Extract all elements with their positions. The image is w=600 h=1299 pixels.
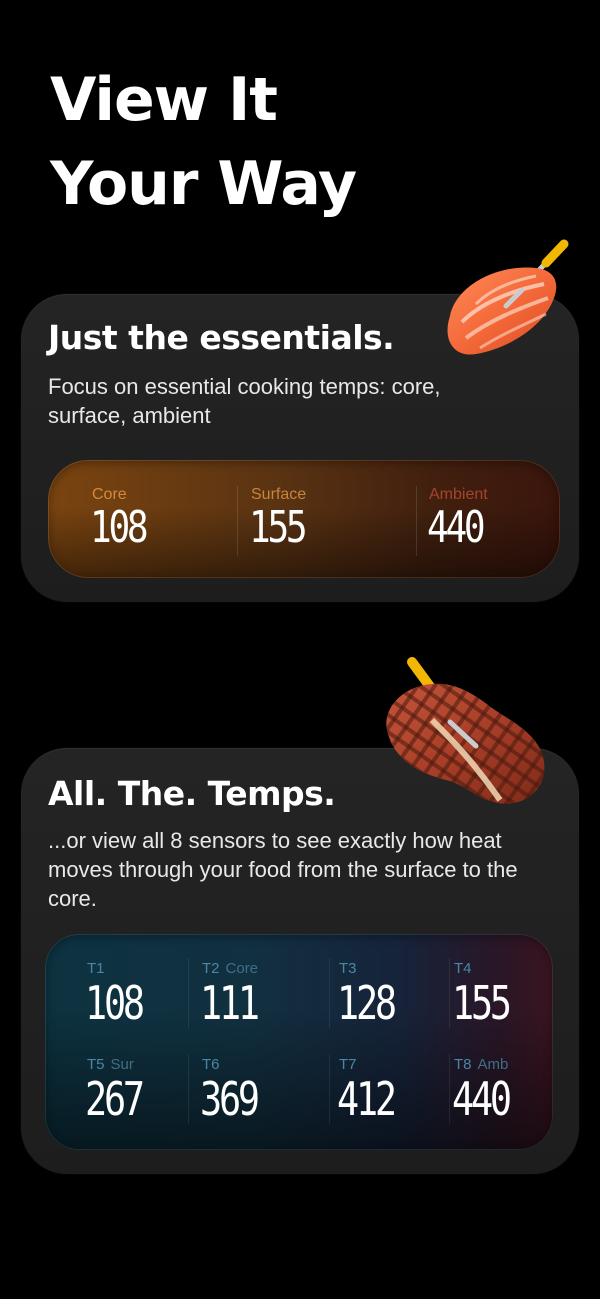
essentials-temp-panel: Core 108 Surface 155 Ambient 440 — [48, 460, 560, 578]
all-temps-description: ...or view all 8 sensors to see exactly … — [48, 828, 518, 911]
sensor-t4: T4 155 — [452, 960, 549, 1056]
page-title-line-1: View It — [50, 65, 278, 135]
divider — [416, 486, 417, 556]
all-temps-panel: T1 108 T2 Core 111 T3 128 T4 155 T5 Sur 26… — [45, 934, 553, 1150]
all-temps-title: All. The. Temps. — [48, 774, 336, 813]
sensor-value: 369 — [200, 1072, 260, 1126]
steak-with-probe-icon — [386, 657, 545, 804]
sensor-label: T1 — [87, 960, 105, 977]
surface-value: 155 — [249, 502, 308, 553]
sensor-value: 111 — [200, 976, 260, 1030]
divider — [237, 486, 238, 556]
divider — [329, 1054, 330, 1124]
essentials-title: Just the essentials. — [48, 318, 395, 357]
sensor-value: 267 — [85, 1072, 145, 1126]
divider — [188, 958, 189, 1028]
divider — [329, 958, 330, 1028]
sensor-t3: T3 128 — [337, 960, 439, 1056]
core-reading: Core 108 — [90, 460, 232, 578]
sensor-t6: T6 369 — [200, 1056, 322, 1150]
sensor-value: 128 — [337, 976, 397, 1030]
sensor-t5: T5 Sur 267 — [85, 1056, 187, 1150]
divider — [449, 958, 450, 1028]
sensor-label: T3 — [339, 960, 357, 977]
sensor-t1: T1 108 — [85, 960, 187, 1056]
sensor-label: T8 Amb — [454, 1056, 509, 1073]
divider — [188, 1054, 189, 1124]
ambient-value: 440 — [427, 502, 486, 553]
sensor-label: T5 Sur — [87, 1056, 134, 1073]
sensor-label: T6 — [202, 1056, 220, 1073]
salmon-with-probe-icon — [447, 239, 569, 355]
sensor-value: 440 — [452, 1072, 512, 1126]
sensor-t2: T2 Core 111 — [200, 960, 322, 1056]
sensor-t8: T8 Amb 440 — [452, 1056, 549, 1150]
surface-reading: Surface 155 — [249, 460, 401, 578]
divider — [449, 1054, 450, 1124]
sensor-label: T2 Core — [202, 960, 259, 977]
sensor-label: T7 — [339, 1056, 357, 1073]
page-title: View It Your Way — [50, 58, 357, 226]
ambient-reading: Ambient 440 — [427, 460, 549, 578]
sensor-value: 412 — [337, 1072, 397, 1126]
core-value: 108 — [90, 502, 149, 553]
sensor-value: 108 — [85, 976, 145, 1030]
sensor-value: 155 — [452, 976, 512, 1030]
sensor-label: T4 — [454, 960, 472, 977]
sensor-t7: T7 412 — [337, 1056, 439, 1150]
essentials-description: Focus on essential cooking temps: core, … — [48, 374, 441, 428]
page-title-line-2: Your Way — [50, 149, 357, 219]
